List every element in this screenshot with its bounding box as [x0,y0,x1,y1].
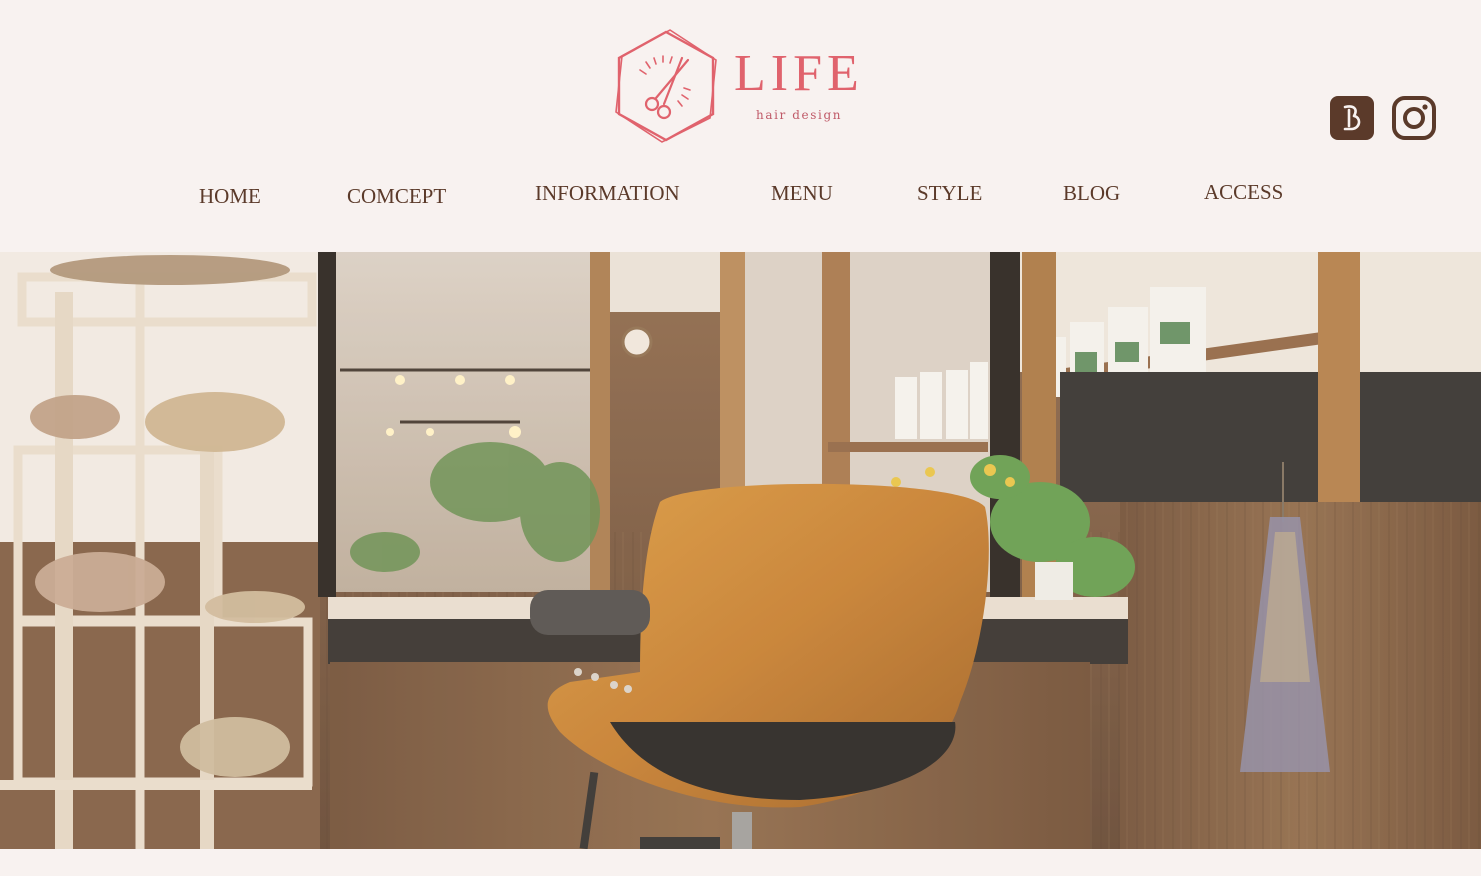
main-navigation: HOME COMCEPT INFORMATION MENU STYLE BLOG… [0,168,1481,218]
nav-home[interactable]: HOME [199,183,261,209]
nav-menu[interactable]: MENU [771,180,833,206]
scissors-hexagon-logo-icon [615,29,717,143]
ameba-blog-icon[interactable] [1330,96,1374,140]
instagram-icon[interactable] [1392,96,1436,140]
nav-access[interactable]: ACCESS [1204,179,1283,205]
site-logo[interactable]: LIFE hair design [612,28,877,148]
nav-concept[interactable]: COMCEPT [347,183,446,209]
nav-information[interactable]: INFORMATION [535,180,680,206]
hero-salon-photo [0,252,1481,849]
bottom-strip [0,849,1481,876]
site-header: LIFE hair design HOME COMCEPT INFORMATIO… [0,0,1481,252]
nav-blog[interactable]: BLOG [1063,180,1120,206]
nav-style[interactable]: STYLE [917,180,982,206]
brand-tagline: hair design [756,108,843,122]
salon-interior-illustration [0,252,1481,849]
brand-name: LIFE [734,45,864,102]
